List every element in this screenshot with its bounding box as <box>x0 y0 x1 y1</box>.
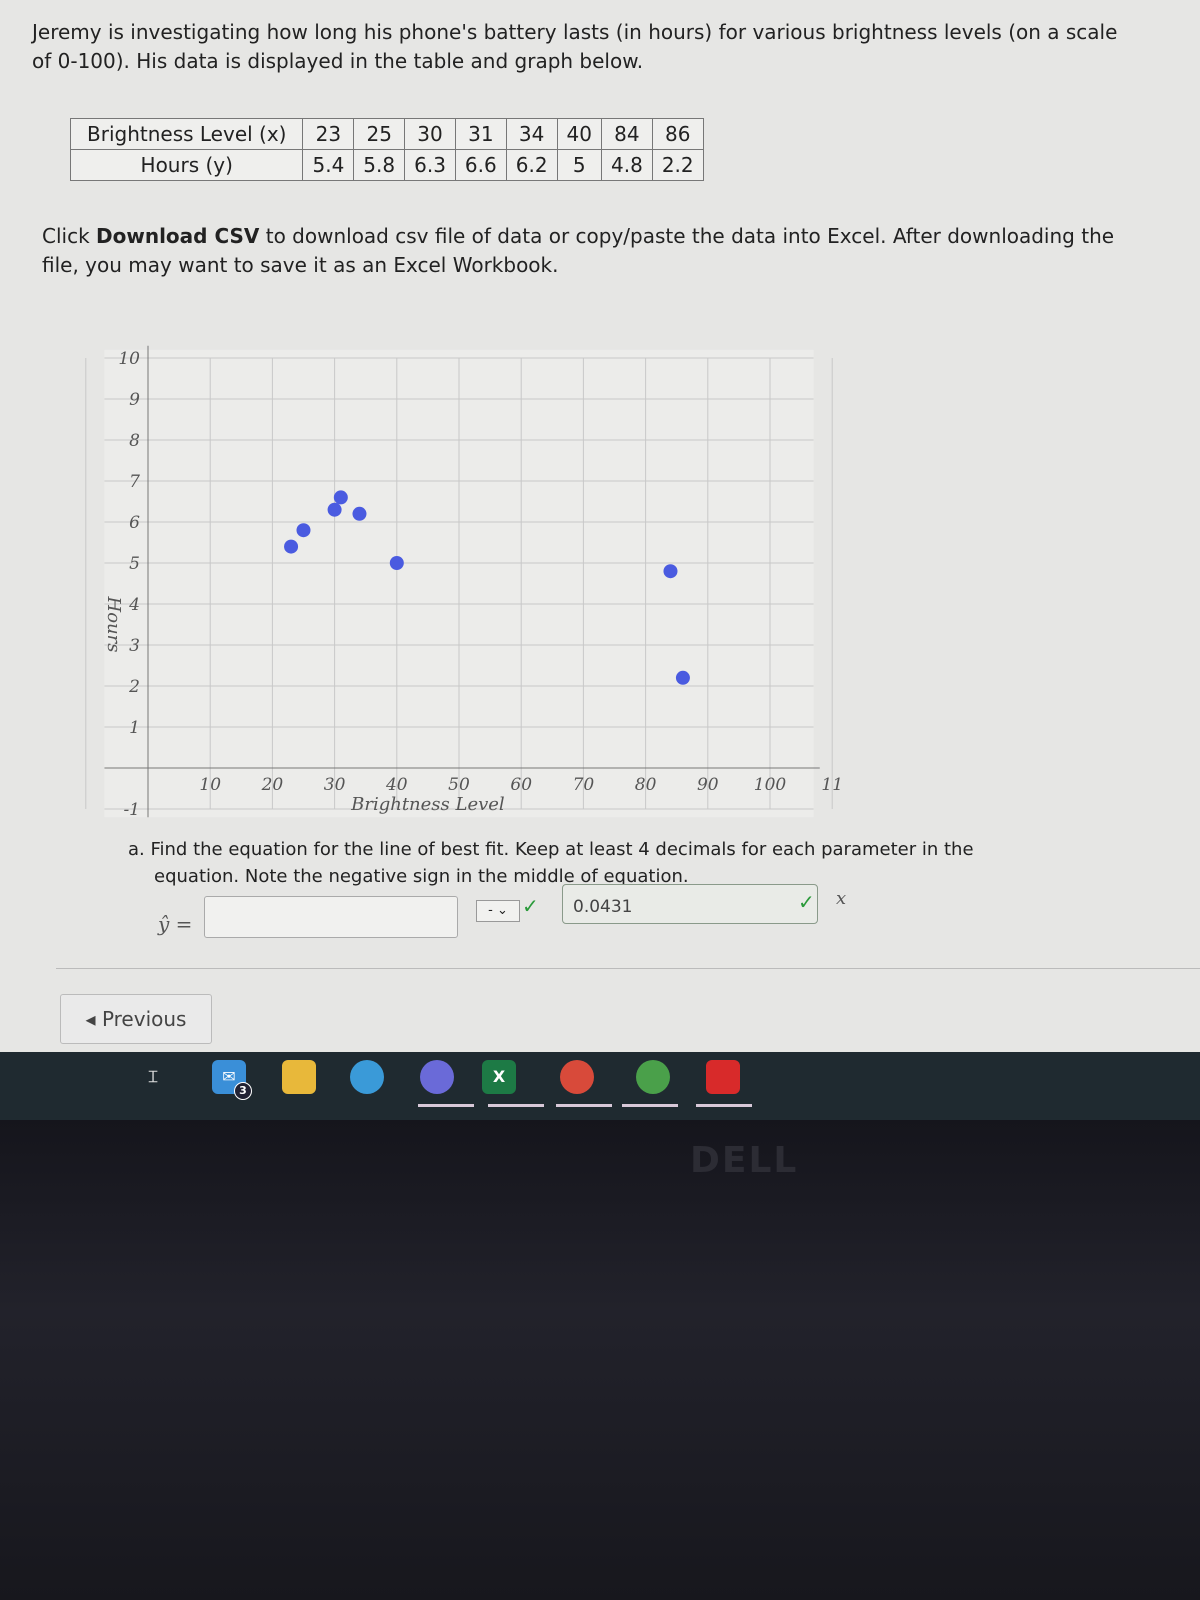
running-indicator <box>556 1104 612 1107</box>
table-cell: 84 <box>601 118 653 150</box>
edge-icon[interactable] <box>350 1060 384 1094</box>
y-axis-label: Hours <box>103 596 124 653</box>
y-tick-label: 3 <box>129 636 140 656</box>
sign-value: - <box>488 903 493 918</box>
divider <box>56 968 1200 969</box>
instr-text: Click <box>42 224 97 248</box>
x-tick-label: 10 <box>199 775 221 795</box>
instructions: Click Download CSV to download csv file … <box>42 222 1142 280</box>
data-point <box>327 502 342 517</box>
data-point <box>663 564 678 579</box>
table-cell: 86 <box>651 118 704 150</box>
table-cell: 40 <box>556 118 603 150</box>
dell-logo: DELL <box>690 1140 799 1181</box>
sign-select[interactable]: - ⌄ <box>476 900 520 922</box>
chrome-profile-icon[interactable] <box>636 1060 670 1094</box>
y-tick-label: -1 <box>123 800 140 820</box>
x-tick-label: 30 <box>324 775 346 795</box>
table-row: Hours (y) 5.4 5.8 6.3 6.6 6.2 5 4.8 2.2 <box>69 149 704 181</box>
taskbar: ⌶ ✉ 3 X <box>0 1052 1200 1120</box>
variable-label: x <box>836 888 847 909</box>
running-indicator <box>696 1104 752 1107</box>
x-tick-label: 60 <box>510 775 532 795</box>
x-axis-label: Brightness Level <box>350 794 505 815</box>
slope-input[interactable]: 0.0431 <box>562 884 818 924</box>
data-point <box>333 490 348 505</box>
caret-left-icon: ◂ <box>85 1007 102 1031</box>
table-row: Brightness Level (x) 23 25 30 31 34 40 8… <box>69 118 704 150</box>
mail-badge: 3 <box>234 1082 252 1100</box>
scatter-plot: 10 20 30 40 50 60 70 80 90 100 11 10 9 8 7 6 5 4 3 2 1 -1 Brig… <box>85 345 840 820</box>
table-cell: 25 <box>353 118 406 150</box>
x-tick-label: 100 <box>754 775 787 795</box>
table-cell: 6.3 <box>404 149 456 181</box>
table-cell: 5 <box>556 149 603 181</box>
data-table: Brightness Level (x) 23 25 30 31 34 40 8… <box>69 118 704 181</box>
data-point <box>675 670 690 685</box>
chrome-icon[interactable] <box>560 1060 594 1094</box>
y-tick-label: 7 <box>129 472 140 492</box>
chevron-down-icon: ⌄ <box>496 903 508 918</box>
y-tick-label: 10 <box>118 349 140 369</box>
mail-icon[interactable]: ✉ 3 <box>212 1060 252 1100</box>
table-cell: 2.2 <box>651 149 704 181</box>
x-tick-label: 50 <box>448 775 470 795</box>
y-tick-label: 6 <box>129 513 140 533</box>
table-cell: 30 <box>404 118 456 150</box>
y-tick-label: 4 <box>128 595 140 615</box>
excel-letter: X <box>492 1067 506 1086</box>
data-point <box>296 523 311 538</box>
file-explorer-icon[interactable] <box>282 1060 316 1094</box>
y-tick-label: 8 <box>129 431 140 451</box>
table-cell: 5.8 <box>353 149 406 181</box>
youtube-icon[interactable] <box>706 1060 740 1094</box>
data-point <box>284 539 299 554</box>
table-cell: 4.8 <box>601 149 653 181</box>
table-cell: 5.4 <box>302 149 355 181</box>
question-text: a. Find the equation for the line of bes… <box>128 836 1048 890</box>
laptop-bezel <box>0 1120 1200 1600</box>
row-header: Brightness Level (x) <box>69 118 304 150</box>
running-indicator <box>622 1104 678 1107</box>
copilot-icon[interactable] <box>420 1060 454 1094</box>
yhat-label: ŷ = <box>158 912 193 936</box>
y-tick-label: 2 <box>128 677 140 697</box>
y-tick-label: 9 <box>129 390 140 410</box>
row-header: Hours (y) <box>69 149 304 181</box>
question-line: a. Find the equation for the line of bes… <box>128 839 974 860</box>
check-icon: ✓ <box>522 894 539 918</box>
running-indicator <box>488 1104 544 1107</box>
x-tick-label: 80 <box>635 775 657 795</box>
x-tick-label: 70 <box>573 775 595 795</box>
x-tick-label: 11 <box>821 775 840 795</box>
y-tick-label: 1 <box>129 718 140 738</box>
intercept-input[interactable] <box>204 896 458 938</box>
x-tick-label: 90 <box>697 775 719 795</box>
y-tick-label: 5 <box>129 554 140 574</box>
x-tick-label: 40 <box>385 775 408 795</box>
table-cell: 23 <box>302 118 355 150</box>
data-point <box>352 506 367 521</box>
table-cell: 6.2 <box>505 149 558 181</box>
previous-button[interactable]: ◂ Previous <box>60 994 212 1044</box>
excel-icon[interactable]: X <box>482 1060 516 1094</box>
x-tick-label: 20 <box>261 775 284 795</box>
problem-intro: Jeremy is investigating how long his pho… <box>32 20 1118 73</box>
data-point <box>389 556 404 570</box>
table-cell: 6.6 <box>454 149 507 181</box>
table-cell: 34 <box>505 118 558 150</box>
table-cell: 31 <box>454 118 507 150</box>
download-csv-ref: Download CSV <box>96 224 260 248</box>
check-icon: ✓ <box>798 890 815 914</box>
task-view-icon[interactable]: ⌶ <box>136 1060 170 1094</box>
running-indicator <box>418 1104 474 1107</box>
previous-label: Previous <box>101 1007 187 1031</box>
